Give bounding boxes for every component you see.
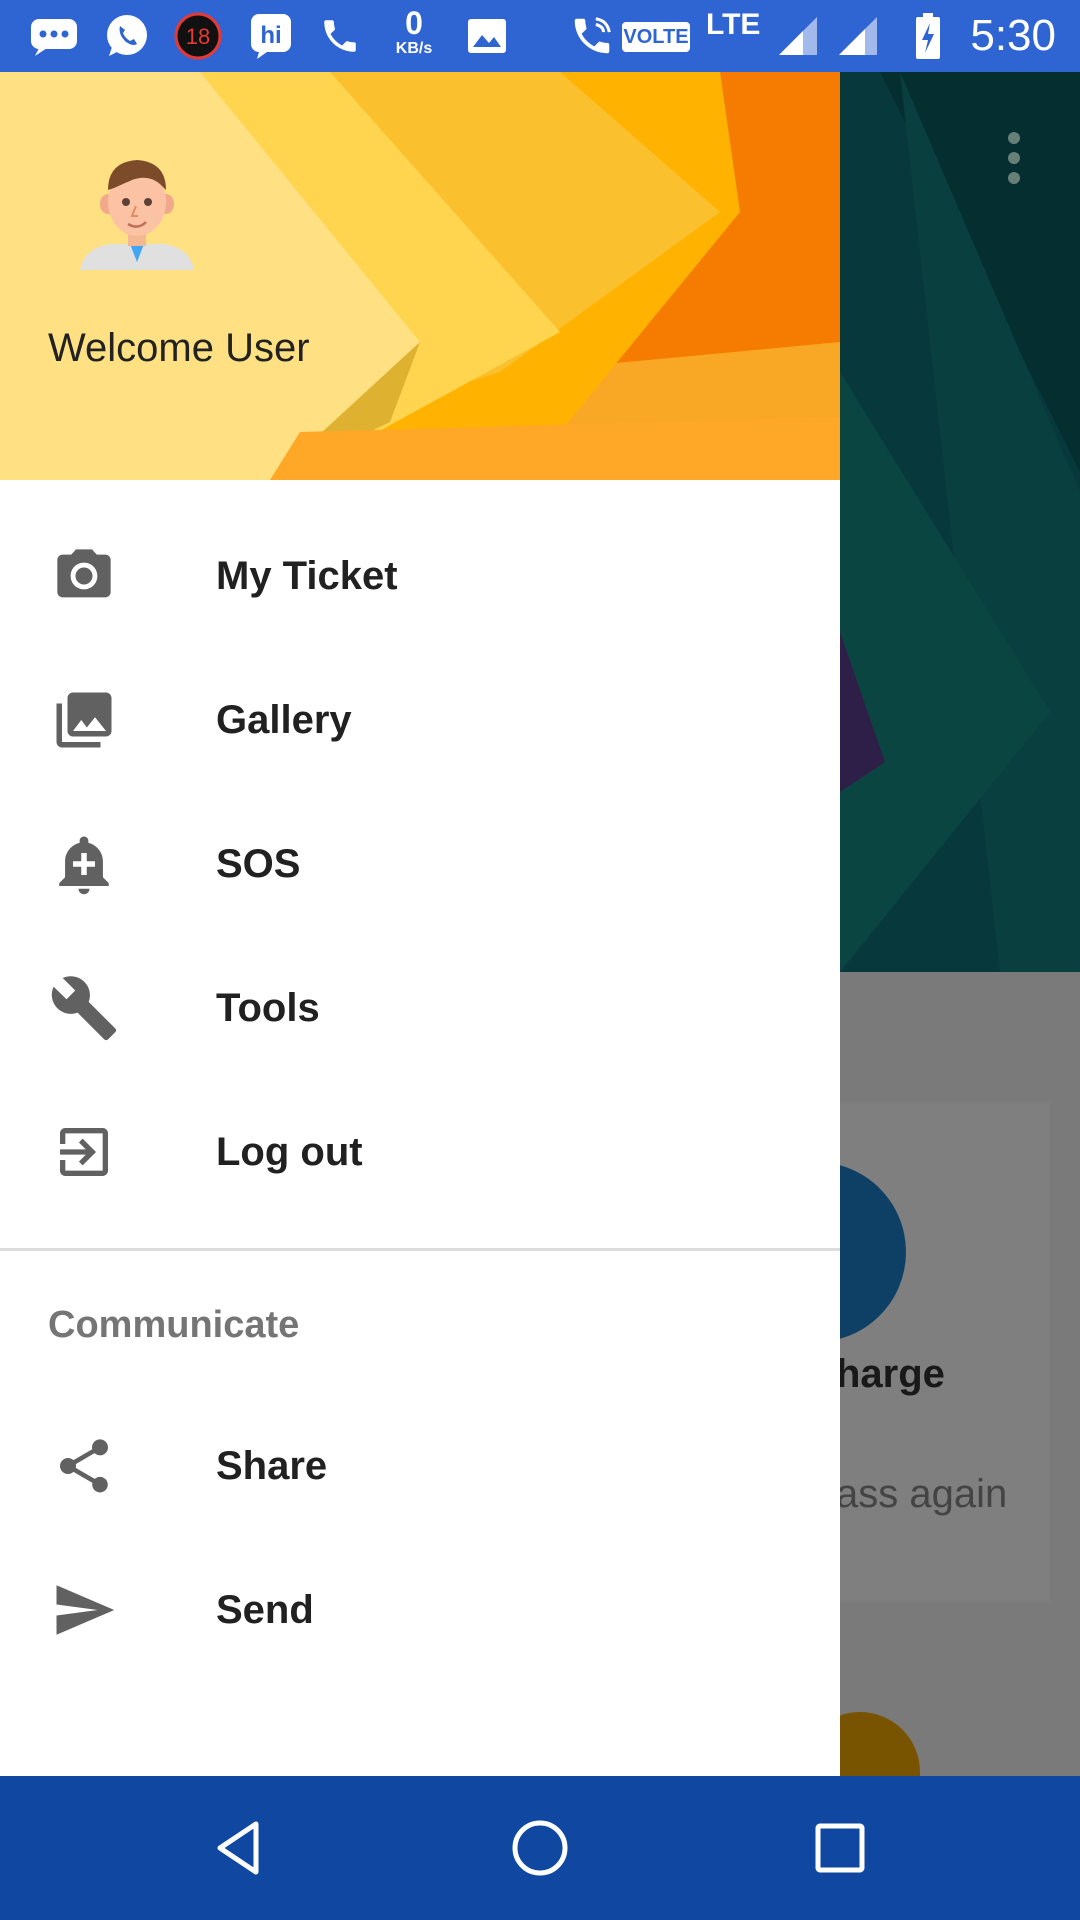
menu-item-label: SOS — [216, 841, 301, 886]
system-nav-bar — [0, 1776, 1080, 1920]
menu-item-label: My Ticket — [216, 553, 398, 598]
navigation-drawer: Welcome User My Ticket Gallery SOS Tools… — [0, 72, 840, 1776]
send-icon — [44, 1570, 124, 1650]
volte-badge: VOLTE — [622, 22, 690, 52]
image-icon — [464, 10, 510, 62]
net-speed-unit: KB/s — [395, 40, 433, 57]
menu-item-tools[interactable]: Tools — [0, 936, 840, 1080]
status-bar: 18 hi 0 KB/s VOLTE LTE 5:30 — [0, 0, 1080, 72]
menu-item-gallery[interactable]: Gallery — [0, 648, 840, 792]
menu-divider — [0, 1248, 840, 1251]
signal-icon — [776, 10, 820, 62]
net-speed-value: 0 — [405, 5, 423, 41]
menu-item-my-ticket[interactable]: My Ticket — [0, 504, 840, 648]
svg-text:hi: hi — [260, 22, 281, 49]
menu-item-log-out[interactable]: Log out — [0, 1080, 840, 1224]
user-avatar-icon[interactable] — [74, 144, 200, 270]
clock: 5:30 — [970, 11, 1056, 60]
drawer-header: Welcome User — [0, 72, 840, 480]
network-type: LTE — [706, 8, 761, 41]
menu-item-send[interactable]: Send — [0, 1538, 840, 1682]
menu-item-label: Gallery — [216, 697, 352, 742]
wifi-calling-icon — [568, 10, 616, 62]
camera-icon — [44, 536, 124, 616]
menu-item-label: Tools — [216, 985, 320, 1030]
badge-18-icon: 18 — [172, 10, 224, 62]
menu-item-share[interactable]: Share — [0, 1394, 840, 1538]
back-icon[interactable] — [194, 1802, 286, 1894]
chat-bubble-icon — [26, 10, 82, 62]
gallery-icon — [44, 680, 124, 760]
home-icon[interactable] — [494, 1802, 586, 1894]
welcome-text: Welcome User — [48, 326, 310, 370]
recents-icon[interactable] — [794, 1802, 886, 1894]
header-background — [0, 72, 840, 480]
exit-icon — [44, 1112, 124, 1192]
menu-item-label: Send — [216, 1587, 314, 1632]
menu-item-label: Log out — [216, 1129, 363, 1174]
signal-icon — [836, 10, 880, 62]
alarm-add-icon — [44, 824, 124, 904]
whatsapp-icon — [100, 10, 154, 62]
menu-item-sos[interactable]: SOS — [0, 792, 840, 936]
svg-text:18: 18 — [186, 24, 210, 49]
hi-app-icon: hi — [248, 10, 294, 62]
phone-icon — [318, 10, 362, 62]
share-icon — [44, 1426, 124, 1506]
menu-item-label: Share — [216, 1443, 328, 1488]
section-title-communicate: Communicate — [48, 1304, 300, 1346]
battery-charging-icon — [908, 10, 948, 62]
wrench-icon — [44, 968, 124, 1048]
net-speed: 0 KB/s — [384, 6, 444, 58]
